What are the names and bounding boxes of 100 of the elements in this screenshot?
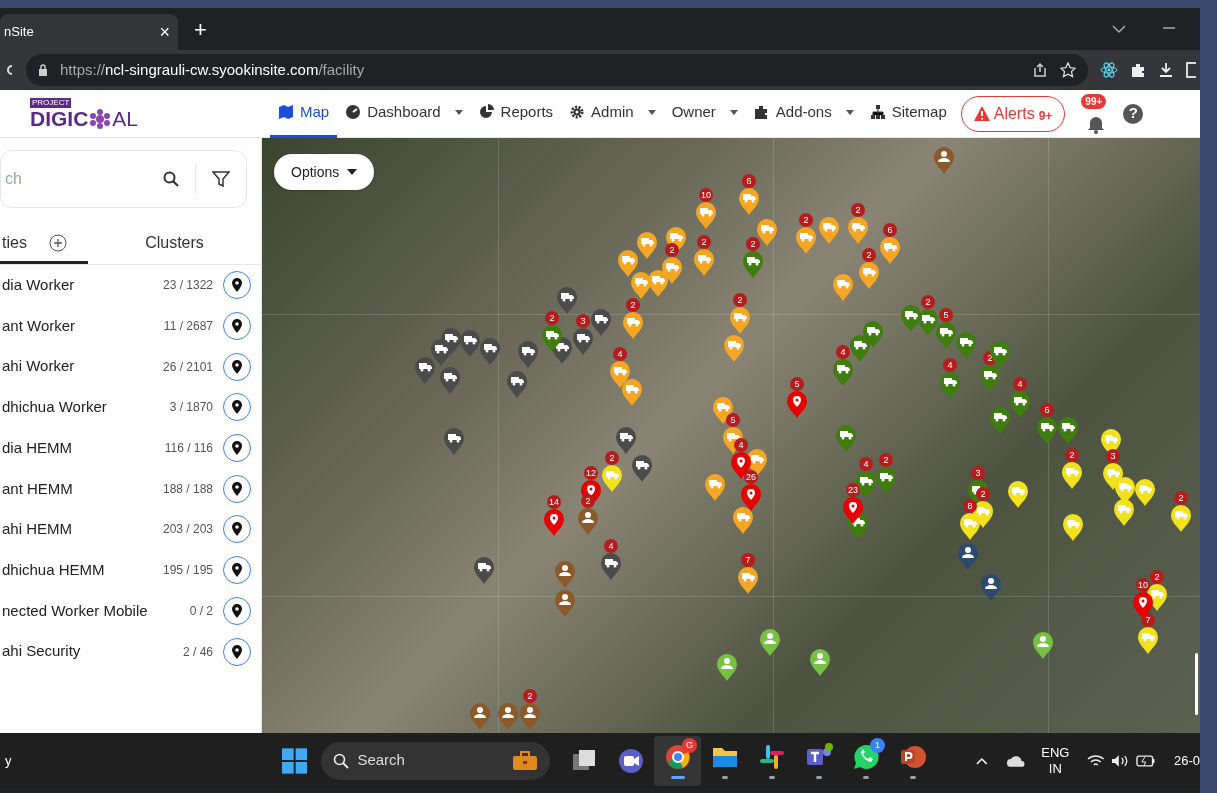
add-icon[interactable] bbox=[48, 233, 67, 252]
truck-marker-icon[interactable] bbox=[1134, 478, 1156, 506]
truck-marker-icon[interactable] bbox=[1062, 513, 1084, 541]
group-name[interactable]: nected Worker Mobile bbox=[2, 599, 190, 623]
chevron-down-icon[interactable] bbox=[1112, 24, 1126, 34]
group-name[interactable]: ant Worker bbox=[2, 314, 164, 338]
nav-tab[interactable]: Add-ons bbox=[745, 89, 862, 138]
truck-marker-icon[interactable] bbox=[430, 338, 452, 366]
truck-marker-icon[interactable] bbox=[617, 249, 639, 277]
truck-marker-icon[interactable] bbox=[615, 426, 637, 454]
cloud-icon[interactable] bbox=[1005, 754, 1026, 767]
close-button[interactable]: × bbox=[159, 18, 170, 46]
person-marker-icon[interactable] bbox=[577, 507, 599, 535]
truck-marker-icon[interactable] bbox=[900, 304, 922, 332]
truck-marker-icon[interactable] bbox=[631, 454, 653, 482]
truck-marker-icon[interactable] bbox=[621, 378, 643, 406]
help-button[interactable]: ? bbox=[1123, 103, 1144, 124]
person-marker-icon[interactable] bbox=[1032, 631, 1054, 659]
chevron-up-icon[interactable] bbox=[976, 756, 988, 765]
truck-marker-icon[interactable] bbox=[979, 364, 1001, 392]
person-marker-icon[interactable] bbox=[497, 702, 519, 730]
new-tab-button[interactable]: + bbox=[194, 13, 207, 46]
truck-marker-icon[interactable] bbox=[989, 340, 1011, 368]
truck-marker-icon[interactable] bbox=[1137, 626, 1159, 654]
truck-marker-icon[interactable] bbox=[959, 512, 981, 540]
truck-marker-icon[interactable] bbox=[622, 311, 644, 339]
truck-marker-icon[interactable] bbox=[506, 370, 528, 398]
person-marker-icon[interactable] bbox=[980, 573, 1002, 601]
truck-marker-icon[interactable] bbox=[630, 271, 652, 299]
person-marker-icon[interactable] bbox=[957, 542, 979, 570]
taskbar-search-field[interactable]: Search bbox=[321, 741, 551, 780]
truck-marker-icon[interactable] bbox=[1061, 461, 1083, 489]
reload-icon[interactable] bbox=[4, 63, 14, 77]
truck-marker-icon[interactable] bbox=[795, 226, 817, 254]
group-name[interactable]: ahi HEMM bbox=[2, 518, 163, 541]
truck-marker-icon[interactable] bbox=[723, 334, 745, 362]
person-marker-icon[interactable] bbox=[554, 589, 576, 617]
truck-marker-icon[interactable] bbox=[473, 556, 495, 584]
truck-marker-icon[interactable] bbox=[636, 231, 658, 259]
truck-marker-icon[interactable] bbox=[832, 358, 854, 386]
truck-marker-icon[interactable] bbox=[1170, 504, 1192, 532]
truck-marker-icon[interactable] bbox=[737, 566, 759, 594]
truck-marker-icon[interactable] bbox=[729, 306, 751, 334]
truck-marker-icon[interactable] bbox=[661, 256, 683, 284]
options-button[interactable]: Options bbox=[274, 154, 375, 190]
truck-marker-icon[interactable] bbox=[600, 552, 622, 580]
sidebar-tab[interactable]: Clusters bbox=[88, 224, 261, 264]
truck-marker-icon[interactable] bbox=[849, 334, 871, 362]
battery-icon[interactable] bbox=[1136, 754, 1156, 767]
truck-marker-icon[interactable] bbox=[414, 356, 436, 384]
share-icon[interactable] bbox=[1032, 62, 1048, 78]
nav-tab[interactable]: Dashboard bbox=[337, 89, 471, 138]
person-marker-icon[interactable] bbox=[554, 560, 576, 588]
search-panel[interactable]: ch bbox=[0, 150, 247, 208]
date-text[interactable]: 26-0 bbox=[1173, 750, 1200, 771]
truck-marker-icon[interactable] bbox=[738, 187, 760, 215]
person-marker-icon[interactable] bbox=[519, 702, 541, 730]
truck-marker-icon[interactable] bbox=[1009, 390, 1031, 418]
sidebar-tab[interactable]: ties bbox=[0, 224, 88, 264]
person-marker-icon[interactable] bbox=[716, 653, 738, 681]
group-name[interactable]: dhichua HEMM bbox=[2, 558, 163, 582]
truck-marker-icon[interactable] bbox=[875, 466, 897, 494]
person-marker-icon[interactable] bbox=[759, 628, 781, 656]
person-marker-icon[interactable] bbox=[809, 648, 831, 676]
group-name[interactable]: dhichua Worker bbox=[2, 396, 170, 419]
truck-marker-icon[interactable] bbox=[832, 273, 854, 301]
nav-tab[interactable]: Admin bbox=[561, 89, 664, 138]
nav-tab[interactable]: Reports bbox=[470, 89, 562, 138]
group-name[interactable]: ahi Security bbox=[2, 640, 183, 663]
filter-input[interactable]: ch bbox=[5, 164, 163, 194]
truck-marker-icon[interactable] bbox=[439, 366, 461, 394]
atom-icon[interactable] bbox=[1100, 61, 1118, 79]
truck-marker-icon[interactable] bbox=[695, 201, 717, 229]
truck-marker-icon[interactable] bbox=[847, 216, 869, 244]
group-name[interactable]: ant HEMM bbox=[2, 477, 163, 501]
truck-marker-icon[interactable] bbox=[818, 216, 840, 244]
search-icon[interactable] bbox=[163, 171, 179, 187]
truck-marker-icon[interactable] bbox=[704, 473, 726, 501]
minimize-icon[interactable] bbox=[1162, 26, 1176, 30]
scrollbar-thumb[interactable] bbox=[1195, 653, 1198, 715]
truck-marker-icon[interactable] bbox=[601, 464, 623, 492]
puzzle-icon[interactable] bbox=[1130, 62, 1146, 78]
truck-marker-icon[interactable] bbox=[835, 424, 857, 452]
truck-marker-icon[interactable] bbox=[858, 261, 880, 289]
wifi-icon[interactable] bbox=[1087, 753, 1105, 768]
location-marker-icon[interactable] bbox=[543, 508, 565, 536]
filter-icon[interactable] bbox=[212, 170, 230, 188]
truck-marker-icon[interactable] bbox=[917, 308, 939, 336]
person-marker-icon[interactable] bbox=[933, 146, 955, 174]
truck-marker-icon[interactable] bbox=[935, 321, 957, 349]
star-icon[interactable] bbox=[1060, 62, 1076, 78]
truck-marker-icon[interactable] bbox=[517, 340, 539, 368]
truck-marker-icon[interactable] bbox=[479, 337, 501, 365]
nav-tab[interactable]: Owner bbox=[663, 89, 746, 138]
truck-marker-icon[interactable] bbox=[1113, 498, 1135, 526]
address-bar[interactable]: https://ncl-singrauli-cw.syookinsite.com/facility bbox=[26, 54, 1088, 86]
location-marker-icon[interactable] bbox=[1132, 591, 1154, 619]
group-name[interactable]: dia HEMM bbox=[2, 436, 165, 460]
truck-marker-icon[interactable] bbox=[693, 248, 715, 276]
person-marker-icon[interactable] bbox=[469, 702, 491, 730]
